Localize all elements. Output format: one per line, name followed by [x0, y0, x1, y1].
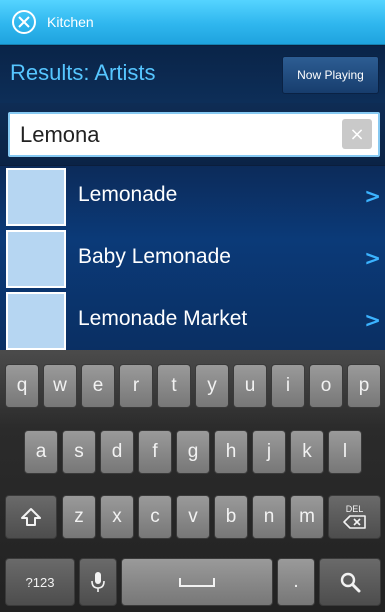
- key-o[interactable]: o: [309, 364, 343, 408]
- key-j[interactable]: j: [252, 430, 286, 474]
- key-x[interactable]: x: [100, 495, 134, 539]
- key-h[interactable]: h: [214, 430, 248, 474]
- delete-key-label: DEL: [345, 504, 364, 514]
- key-l[interactable]: l: [328, 430, 362, 474]
- key-i[interactable]: i: [271, 364, 305, 408]
- key-e[interactable]: e: [81, 364, 115, 408]
- search-key[interactable]: [319, 558, 381, 606]
- symbols-key[interactable]: ?123: [5, 558, 75, 606]
- search-input[interactable]: [20, 120, 340, 150]
- key-r[interactable]: r: [119, 364, 153, 408]
- key-n[interactable]: n: [252, 495, 286, 539]
- chevron-right-icon: >: [364, 246, 381, 270]
- results-header: Results: Artists Now Playing: [0, 46, 385, 103]
- key-s[interactable]: s: [62, 430, 96, 474]
- artist-thumbnail: [6, 168, 66, 226]
- key-k[interactable]: k: [290, 430, 324, 474]
- key-u[interactable]: u: [233, 364, 267, 408]
- chevron-right-icon: >: [364, 184, 381, 208]
- key-g[interactable]: g: [176, 430, 210, 474]
- search-bar: ×: [0, 103, 385, 165]
- title-bar: Kitchen: [0, 0, 385, 45]
- key-b[interactable]: b: [214, 495, 248, 539]
- microphone-icon: [91, 572, 105, 592]
- delete-key[interactable]: DEL: [328, 495, 381, 539]
- key-d[interactable]: d: [100, 430, 134, 474]
- key-m[interactable]: m: [290, 495, 324, 539]
- clear-search-button[interactable]: ×: [342, 119, 372, 149]
- artist-name: Lemonade Market: [78, 307, 248, 330]
- backspace-icon: [342, 515, 366, 529]
- period-key[interactable]: .: [277, 558, 315, 606]
- key-z[interactable]: z: [62, 495, 96, 539]
- voice-key[interactable]: [79, 558, 117, 606]
- search-icon: [340, 572, 361, 593]
- shift-key[interactable]: [5, 495, 57, 539]
- artist-name: Baby Lemonade: [78, 245, 231, 268]
- list-item[interactable]: Baby Lemonade >: [0, 228, 385, 288]
- artist-thumbnail: [6, 230, 66, 288]
- key-y[interactable]: y: [195, 364, 229, 408]
- on-screen-keyboard: q w e r t y u i o p a s d f g h j k l z …: [0, 350, 385, 612]
- key-f[interactable]: f: [138, 430, 172, 474]
- results-list: Lemonade > Baby Lemonade > Lemonade Mark…: [0, 166, 385, 350]
- close-icon[interactable]: [11, 9, 37, 35]
- shift-icon: [21, 508, 41, 526]
- space-icon: [179, 578, 215, 587]
- results-title: Results: Artists: [10, 60, 156, 85]
- room-title: Kitchen: [47, 14, 94, 30]
- now-playing-button[interactable]: Now Playing: [282, 56, 379, 94]
- key-v[interactable]: v: [176, 495, 210, 539]
- key-q[interactable]: q: [5, 364, 39, 408]
- key-a[interactable]: a: [24, 430, 58, 474]
- artist-thumbnail: [6, 292, 66, 350]
- key-w[interactable]: w: [43, 364, 77, 408]
- key-p[interactable]: p: [347, 364, 381, 408]
- list-item[interactable]: Lemonade >: [0, 166, 385, 226]
- key-t[interactable]: t: [157, 364, 191, 408]
- list-item[interactable]: Lemonade Market >: [0, 290, 385, 350]
- chevron-right-icon: >: [364, 308, 381, 332]
- space-key[interactable]: [121, 558, 273, 606]
- key-c[interactable]: c: [138, 495, 172, 539]
- artist-name: Lemonade: [78, 183, 178, 206]
- search-box: ×: [8, 112, 380, 157]
